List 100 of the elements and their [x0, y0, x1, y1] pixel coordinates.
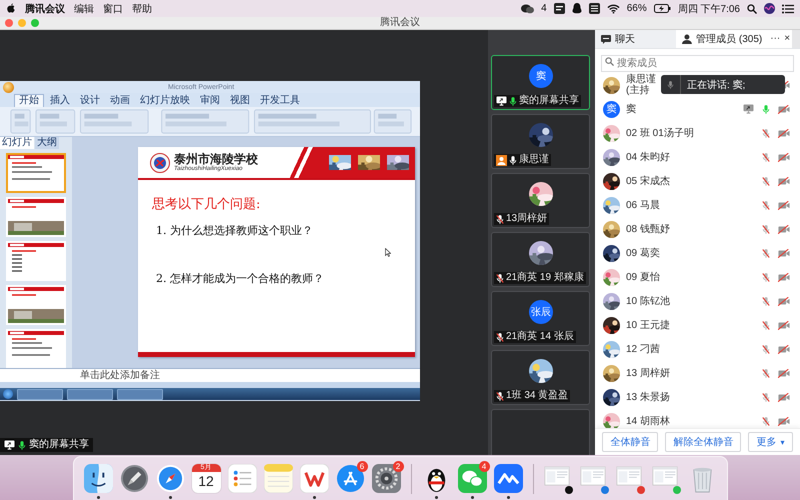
- slide-thumbnail[interactable]: [6, 197, 66, 237]
- siri-icon[interactable]: [764, 3, 775, 14]
- ribbon-tab[interactable]: 审阅: [196, 95, 224, 107]
- window-thumbnail[interactable]: [580, 466, 606, 486]
- microphone-icon[interactable]: [18, 440, 26, 450]
- slide-thumbnail[interactable]: [6, 153, 66, 193]
- video-tile[interactable]: 康思谨: [491, 114, 590, 169]
- video-tile[interactable]: 13周梓妍: [491, 173, 590, 228]
- close-window-button[interactable]: [5, 19, 13, 27]
- camera-off-icon[interactable]: [778, 344, 790, 354]
- app-menu[interactable]: 腾讯会议: [25, 2, 65, 16]
- notes-field[interactable]: 单击此处添加备注: [80, 370, 160, 382]
- window-thumbnail[interactable]: [652, 466, 678, 486]
- panel-tab[interactable]: 聊天: [595, 30, 676, 48]
- ribbon-tab[interactable]: 插入: [46, 95, 74, 107]
- panel-tab[interactable]: 管理成员 (305): [676, 30, 768, 48]
- penguin-icon[interactable]: [572, 3, 582, 14]
- app-store-icon[interactable]: [336, 464, 364, 493]
- window-thumbnail[interactable]: [616, 466, 642, 486]
- search-field[interactable]: 搜索成员: [601, 55, 794, 72]
- menu-item[interactable]: 编辑: [74, 2, 94, 16]
- slide-thumbnail[interactable]: [6, 241, 66, 281]
- slide-point: 2. 怎样才能成为一个合格的教师？: [156, 271, 324, 286]
- menu-item[interactable]: 窗口: [103, 2, 123, 16]
- start-button[interactable]: [3, 389, 13, 399]
- participant-name: 康思谨: [626, 74, 656, 85]
- microphone-icon[interactable]: [496, 214, 504, 224]
- ribbon-tab[interactable]: 动画: [106, 95, 134, 107]
- camera-off-icon[interactable]: [778, 272, 790, 282]
- screen-share-icon[interactable]: [743, 104, 754, 114]
- taskbar-button[interactable]: [17, 388, 63, 400]
- person-icon: [682, 34, 692, 44]
- chat-bubbles-icon[interactable]: [521, 4, 534, 14]
- toolbar-button[interactable]: 解除全体静音: [665, 432, 742, 452]
- notification-badge: 2: [392, 461, 404, 472]
- participant-name: 08 钱甄妤: [626, 224, 670, 234]
- microphone-icon[interactable]: [509, 154, 517, 166]
- ribbon-tab[interactable]: 开发工具: [256, 95, 304, 107]
- microphone-icon[interactable]: [496, 272, 504, 284]
- toolbar-button[interactable]: 更多 ▾: [748, 432, 792, 452]
- video-tile[interactable]: 窦 窦的屏幕共享: [491, 55, 590, 110]
- slide-thumbnail[interactable]: [6, 329, 66, 368]
- slide-thumbnail[interactable]: [6, 285, 66, 325]
- camera-off-icon[interactable]: [778, 248, 790, 258]
- camera-off-icon[interactable]: [778, 152, 790, 162]
- close-button[interactable]: ×: [782, 30, 792, 48]
- participant-name: 06 马晨: [626, 200, 660, 210]
- apple-logo-icon[interactable]: [6, 3, 16, 14]
- notes-icon[interactable]: [588, 3, 600, 14]
- participant-name: 10 陈钇池: [626, 296, 670, 306]
- microphone-icon[interactable]: [496, 390, 504, 402]
- taskbar-button[interactable]: [117, 388, 163, 400]
- video-tile[interactable]: 张辰 21商英 14 张辰: [491, 291, 590, 346]
- swoosh-logo-icon[interactable]: [300, 464, 328, 493]
- wifi-icon[interactable]: [606, 4, 620, 14]
- participant-name: 21商英 14 张辰: [506, 331, 574, 343]
- camera-off-icon[interactable]: [778, 104, 790, 114]
- battery-charging-icon[interactable]: [654, 4, 671, 13]
- camera-off-icon[interactable]: [778, 368, 790, 378]
- video-tile[interactable]: 1班 34 黄盈盈: [491, 350, 590, 405]
- ribbon-tab[interactable]: 视图: [226, 95, 254, 107]
- microphone-icon[interactable]: [496, 332, 504, 342]
- ribbon-tab[interactable]: 开始: [14, 94, 44, 107]
- gear-icon[interactable]: [372, 464, 400, 493]
- face-icon[interactable]: [84, 464, 112, 493]
- camera-off-icon[interactable]: [778, 128, 790, 138]
- microphone-icon[interactable]: [509, 96, 517, 106]
- wave-logo-icon[interactable]: [494, 464, 522, 493]
- participant-name: 窦: [626, 104, 636, 114]
- video-tile[interactable]: 21商英 19 郑稼康: [491, 232, 590, 287]
- notification-badge: 4: [478, 461, 490, 472]
- input-method-icon[interactable]: [554, 3, 565, 14]
- camera-off-icon[interactable]: [778, 320, 790, 330]
- menu-item[interactable]: 帮助: [132, 2, 152, 16]
- camera-off-icon[interactable]: [778, 416, 790, 426]
- toolbar-button[interactable]: 全体静音: [602, 432, 658, 452]
- compass-icon[interactable]: [156, 464, 184, 493]
- slide-point: 1. 为什么想选择教师这个职业？: [156, 223, 313, 238]
- pane-tab[interactable]: 大纲: [35, 137, 59, 149]
- search-icon: [605, 57, 614, 66]
- menubar-clock[interactable]: 周四 下午7:06: [678, 2, 740, 16]
- more-button[interactable]: ···: [768, 30, 782, 48]
- pane-tab[interactable]: 幻灯片: [0, 137, 34, 149]
- camera-off-icon[interactable]: [778, 200, 790, 210]
- window-thumbnail[interactable]: [544, 466, 570, 486]
- checklist-icon[interactable]: [228, 464, 256, 493]
- ribbon-tab[interactable]: 设计: [76, 95, 104, 107]
- search-icon[interactable]: [747, 4, 757, 14]
- video-tile[interactable]: [491, 409, 590, 455]
- camera-off-icon[interactable]: [778, 392, 790, 402]
- camera-off-icon[interactable]: [778, 176, 790, 186]
- screen-share-icon[interactable]: [496, 96, 507, 106]
- ribbon-tab[interactable]: 幻灯片放映: [136, 95, 194, 107]
- collapse-handle[interactable]: [792, 30, 800, 48]
- camera-off-icon[interactable]: [778, 224, 790, 234]
- control-center-icon[interactable]: [782, 4, 794, 14]
- camera-off-icon[interactable]: [778, 296, 790, 306]
- participant-name: 13周梓妍: [506, 213, 548, 225]
- screen-share-icon[interactable]: [4, 440, 15, 450]
- taskbar-button[interactable]: [67, 388, 113, 400]
